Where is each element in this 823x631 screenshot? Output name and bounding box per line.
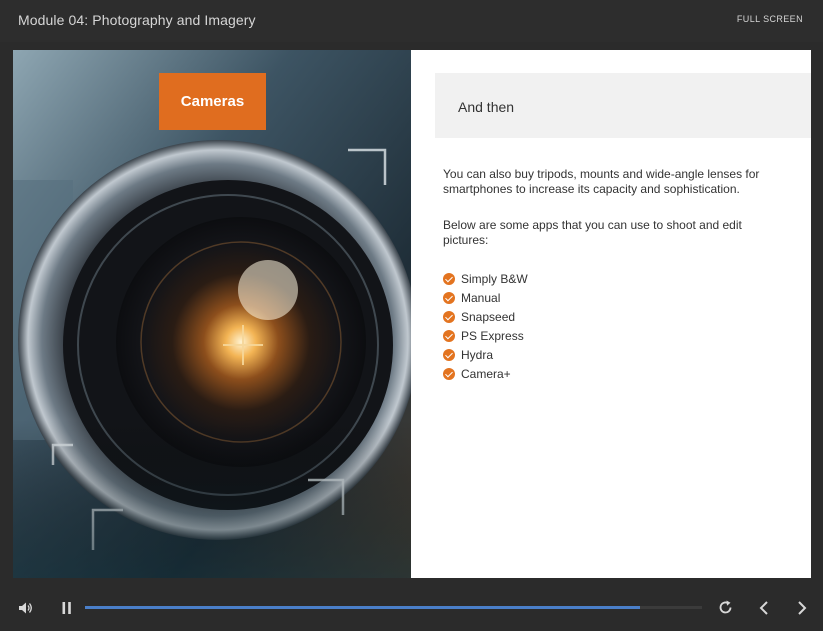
check-circle-icon — [443, 310, 455, 323]
slide-frame: Cameras And then You can also buy tripod… — [0, 42, 823, 587]
check-circle-icon — [443, 291, 455, 304]
module-title: Module 04: Photography and Imagery — [18, 12, 256, 28]
list-item: Snapseed — [443, 307, 528, 326]
app-name: Camera+ — [461, 366, 511, 381]
paragraph-apps-intro: Below are some apps that you can use to … — [443, 218, 742, 247]
slide-heading: And then — [458, 99, 515, 115]
player-controls — [0, 587, 823, 631]
replay-icon[interactable] — [717, 599, 734, 616]
slide: Cameras And then You can also buy tripod… — [13, 50, 811, 578]
top-bar: Module 04: Photography and Imagery FULL … — [0, 0, 823, 42]
heading-box: And then — [435, 73, 811, 138]
progress-fill — [85, 606, 641, 609]
chevron-right-icon[interactable] — [795, 600, 809, 616]
check-circle-icon — [443, 272, 455, 285]
list-item: Manual — [443, 288, 528, 307]
full-screen-button[interactable]: FULL SCREEN — [737, 14, 803, 24]
app-name: Manual — [461, 290, 501, 305]
app-name: Simply B&W — [461, 271, 528, 286]
volume-icon[interactable] — [17, 600, 33, 616]
list-item: PS Express — [443, 326, 528, 345]
check-circle-icon — [443, 329, 455, 342]
list-item: Hydra — [443, 345, 528, 364]
apps-list: Simply B&W Manual Snapseed PS Express Hy… — [443, 269, 528, 383]
slide-content: And then You can also buy tripods, mount… — [411, 50, 811, 578]
check-circle-icon — [443, 367, 455, 380]
camera-lens-image: Cameras — [13, 50, 411, 578]
app-name: Snapseed — [461, 309, 516, 324]
list-item: Camera+ — [443, 364, 528, 383]
paragraph-accessories: You can also buy tripods, mounts and wid… — [443, 167, 760, 196]
check-circle-icon — [443, 348, 455, 361]
pause-icon[interactable] — [61, 601, 73, 615]
app-name: Hydra — [461, 347, 494, 362]
list-item: Simply B&W — [443, 269, 528, 288]
chevron-left-icon[interactable] — [757, 600, 771, 616]
progress-bar[interactable] — [85, 606, 702, 609]
app-name: PS Express — [461, 328, 524, 343]
cameras-tag: Cameras — [159, 73, 266, 130]
